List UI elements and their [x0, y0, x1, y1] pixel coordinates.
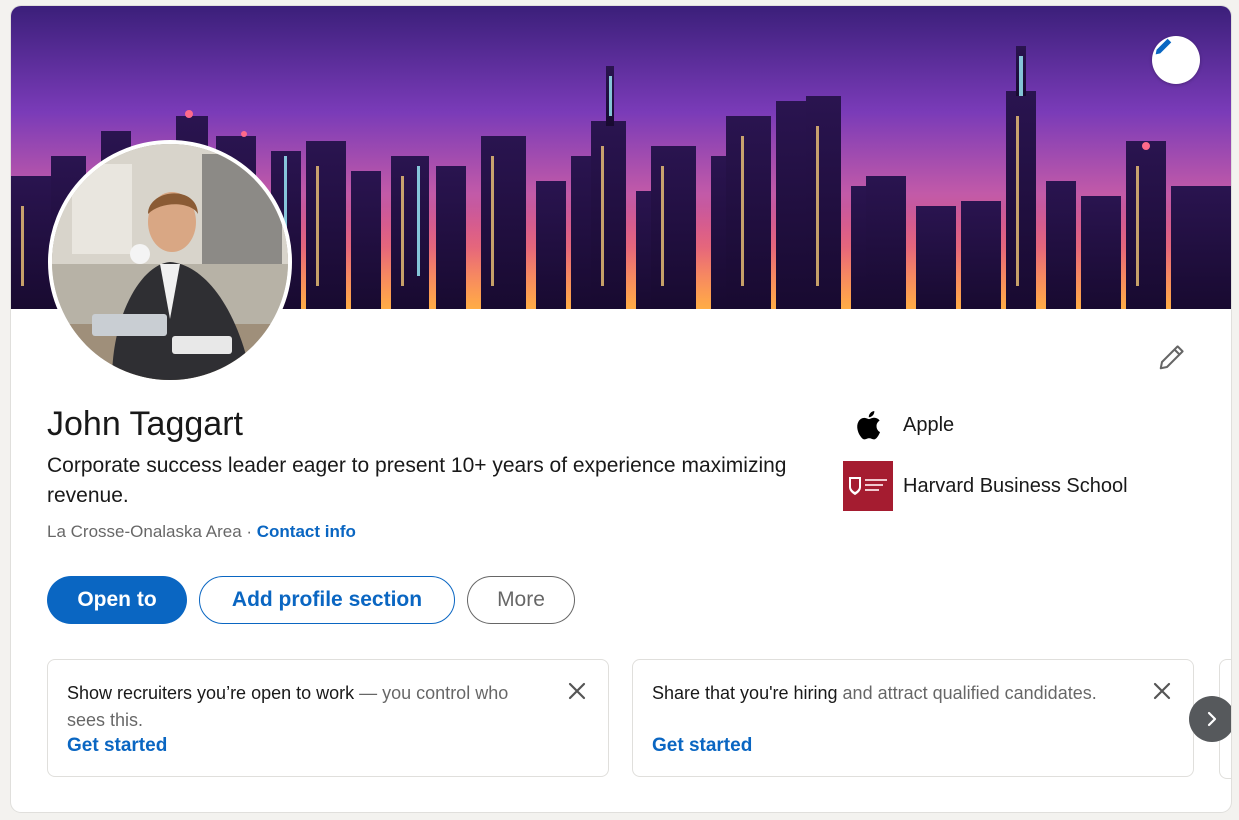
- profile-headline: Corporate success leader eager to presen…: [47, 454, 787, 507]
- company-name: Apple: [903, 413, 955, 436]
- apple-logo-icon: [843, 400, 893, 450]
- harvard-shield-icon: [843, 461, 893, 511]
- dismiss-button[interactable]: [566, 680, 588, 702]
- promo-rest-text: and attract qualified candidates.: [837, 683, 1097, 703]
- avatar-image: [52, 144, 288, 380]
- profile-photo[interactable]: [48, 140, 292, 384]
- hiring-promo-card: Share that you're hiring and attract qua…: [632, 659, 1194, 777]
- open-to-button[interactable]: Open to: [47, 576, 187, 624]
- get-started-link[interactable]: Get started: [67, 735, 167, 757]
- location-row: La Crosse-Onalaska Area · Contact info: [47, 522, 356, 542]
- school-name: Harvard Business School: [903, 474, 1128, 497]
- more-button[interactable]: More: [467, 576, 575, 624]
- promo-strong-text: Share that you're hiring: [652, 683, 838, 703]
- current-company-apple[interactable]: Apple: [843, 400, 954, 450]
- add-profile-section-button[interactable]: Add profile section: [199, 576, 455, 624]
- edit-intro-button[interactable]: [1152, 337, 1192, 377]
- edit-banner-button[interactable]: [1152, 36, 1200, 84]
- pencil-icon: [1155, 38, 1172, 55]
- dismiss-button[interactable]: [1151, 680, 1173, 702]
- separator-dot: ·: [241, 522, 257, 541]
- profile-location: La Crosse-Onalaska Area: [47, 522, 242, 541]
- profile-top-card: John Taggart Corporate success leader ea…: [11, 6, 1231, 812]
- open-to-work-promo-card: Show recruiters you’re open to work — yo…: [47, 659, 609, 777]
- promo-text: Share that you're hiring and attract qua…: [652, 680, 1102, 707]
- pencil-outline-icon: [1159, 345, 1184, 370]
- close-icon: [568, 682, 586, 700]
- carousel-next-button[interactable]: [1189, 696, 1231, 742]
- chevron-right-icon: [1207, 711, 1217, 727]
- promo-text: Show recruiters you’re open to work — yo…: [67, 680, 517, 734]
- education-harvard[interactable]: Harvard Business School: [843, 461, 1128, 511]
- contact-info-link[interactable]: Contact info: [257, 522, 356, 541]
- get-started-link[interactable]: Get started: [652, 735, 752, 757]
- promo-strong-text: Show recruiters you’re open to work: [67, 683, 355, 703]
- close-icon: [1153, 682, 1171, 700]
- profile-name: John Taggart: [47, 405, 243, 443]
